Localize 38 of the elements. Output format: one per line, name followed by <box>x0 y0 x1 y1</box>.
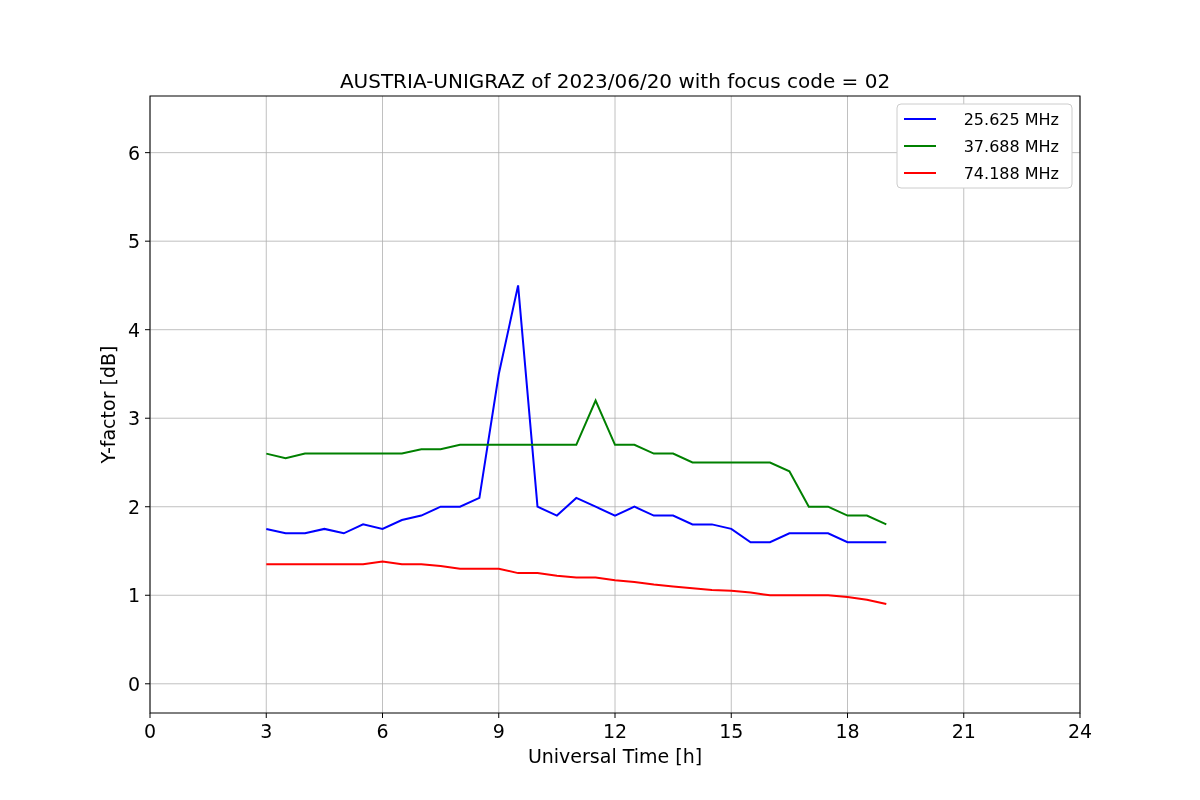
x-tick-label: 0 <box>143 720 157 742</box>
tick-mark <box>382 712 383 719</box>
y-tick-label: 2 <box>127 495 140 518</box>
y-axis-label: Y-factor [dB] <box>97 345 119 464</box>
tick-mark <box>149 712 151 719</box>
tick-mark <box>144 594 151 596</box>
tick-mark <box>144 683 151 685</box>
x-tick-label: 24 <box>1067 720 1093 742</box>
tick-mark <box>144 152 151 154</box>
x-tick-label: 15 <box>719 720 744 742</box>
x-tick-label: 18 <box>835 720 860 742</box>
tick-mark <box>963 712 965 719</box>
x-tick-label: 12 <box>602 720 628 742</box>
tick-mark <box>144 506 151 508</box>
tick-mark <box>144 240 151 242</box>
x-tick-label: 9 <box>492 720 505 742</box>
x-tick-label: 3 <box>260 720 273 742</box>
tick-mark <box>144 329 151 331</box>
tick-mark <box>498 712 500 719</box>
x-tick-label: 6 <box>376 720 389 742</box>
x-axis-label: Universal Time [h] <box>527 745 703 767</box>
y-tick-label: 6 <box>127 141 140 164</box>
y-tick-label: 0 <box>127 672 140 695</box>
tick-mark <box>847 712 848 719</box>
tick-mark <box>614 712 616 719</box>
tick-mark <box>144 417 151 419</box>
tick-mark <box>265 712 267 719</box>
tick-mark <box>730 712 732 719</box>
y-tick-label: 3 <box>127 407 140 430</box>
tick-mark <box>1079 712 1081 719</box>
legend-label: 25.625 MHz <box>963 110 1059 129</box>
legend-label: 37.688 MHz <box>963 137 1059 156</box>
y-tick-label: 1 <box>127 584 140 607</box>
x-tick-label: 21 <box>951 720 976 742</box>
y-tick-label: 5 <box>127 230 140 253</box>
y-tick-label: 4 <box>127 318 140 341</box>
legend-label: 74.188 MHz <box>963 164 1059 183</box>
chart-title: AUSTRIA-UNIGRAZ of 2023/06/20 with focus code = 02 <box>339 69 891 93</box>
